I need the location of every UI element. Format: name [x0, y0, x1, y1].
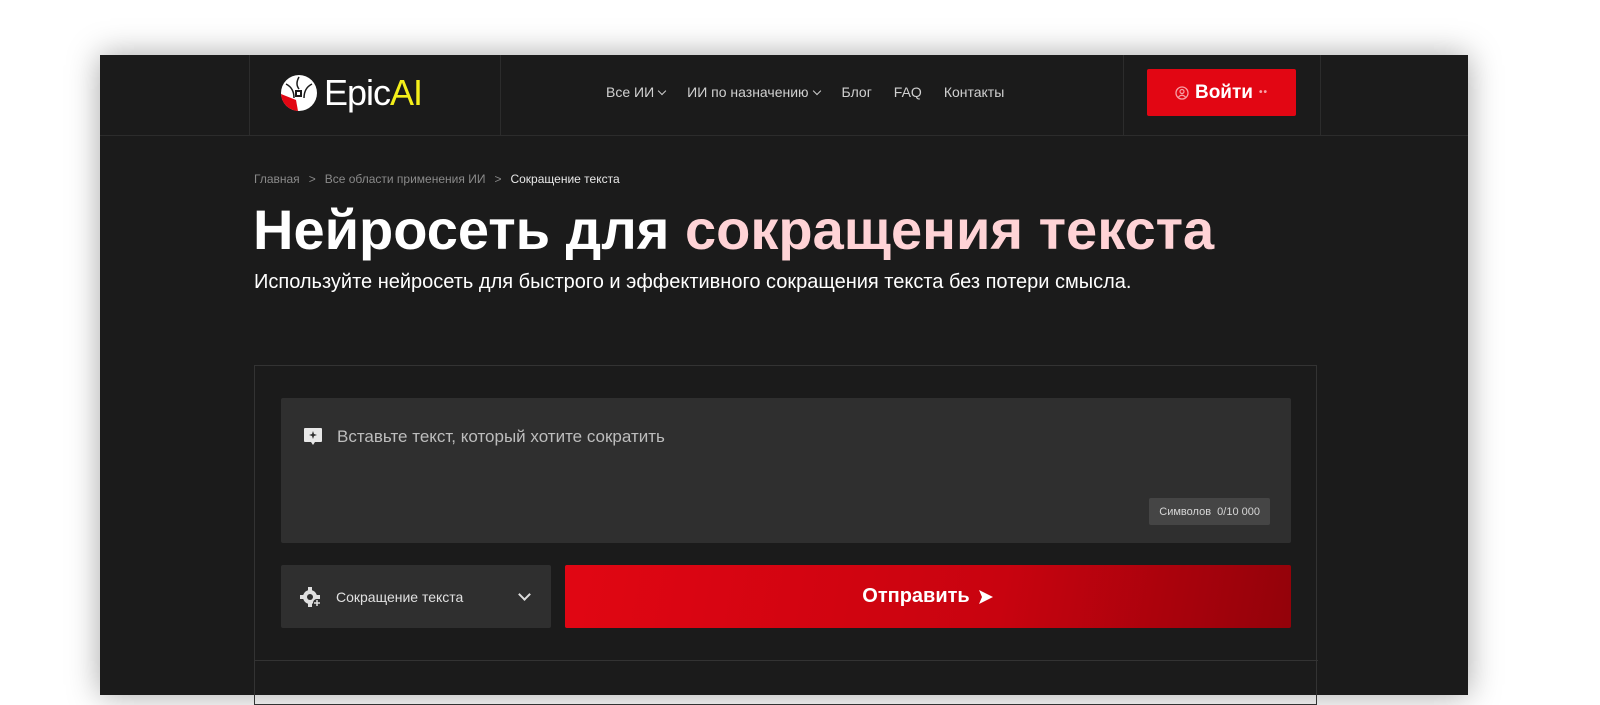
gear-icon — [300, 586, 321, 607]
mode-select-value: Сокращение текста — [336, 588, 464, 605]
shorten-form: Вставьте текст, который хотите сократить… — [254, 365, 1318, 705]
main-nav: Все ИИ ИИ по назначению Блог FAQ Контакт… — [606, 84, 1004, 100]
logo-text: Epic — [324, 72, 391, 113]
site-header: EpicAI Все ИИ ИИ по назначению Блог FAQ … — [100, 55, 1468, 136]
chevron-down-icon — [518, 588, 531, 601]
counter-label: Символов — [1159, 505, 1212, 518]
login-label: Войти — [1194, 81, 1253, 103]
page-title: Нейросеть для сокращения текста — [253, 197, 1214, 262]
title-accent: сокращения текста — [685, 198, 1215, 261]
send-arrow-icon — [978, 589, 993, 604]
counter-value: 0/10 000 — [1217, 505, 1260, 518]
breadcrumb-separator: > — [494, 172, 502, 186]
page-subtitle: Используйте нейросеть для быстрого и эфф… — [254, 271, 1132, 293]
text-input-placeholder: Вставьте текст, который хотите сократить — [337, 427, 665, 446]
divider — [1123, 55, 1124, 136]
submit-label: Отправить — [862, 585, 970, 607]
login-button[interactable]: Войти •• — [1147, 69, 1296, 116]
char-counter: Символов 0/10 000 — [1149, 498, 1270, 525]
user-icon — [1175, 85, 1189, 100]
logo-icon — [281, 75, 317, 111]
breadcrumb: Главная > Все области применения ИИ > Сокращ… — [254, 172, 620, 186]
mode-select[interactable]: Сокращение текста — [281, 565, 551, 628]
divider — [255, 660, 1318, 661]
title-white: Нейросеть для — [253, 198, 686, 261]
nav-faq[interactable]: FAQ — [894, 84, 922, 100]
submit-button[interactable]: Отправить — [565, 565, 1291, 628]
breadcrumb-separator: > — [308, 172, 316, 186]
app-window: EpicAI Все ИИ ИИ по назначению Блог FAQ … — [100, 55, 1468, 705]
nav-ai-by-purpose[interactable]: ИИ по назначению — [687, 84, 819, 100]
ai-chat-icon — [304, 428, 322, 445]
breadcrumb-home[interactable]: Главная — [254, 172, 300, 186]
breadcrumb-current: Сокращение текста — [510, 172, 620, 186]
nav-contacts[interactable]: Контакты — [944, 84, 1004, 100]
nav-blog[interactable]: Блог — [842, 84, 872, 100]
divider — [249, 55, 250, 136]
login-dots: •• — [1258, 87, 1268, 98]
nav-all-ai[interactable]: Все ИИ — [606, 84, 665, 100]
logo-link[interactable]: EpicAI — [280, 72, 423, 114]
divider — [1320, 55, 1321, 136]
logo-accent: AI — [390, 72, 423, 113]
divider — [500, 55, 501, 136]
text-input[interactable]: Вставьте текст, который хотите сократить… — [281, 398, 1291, 543]
breadcrumb-all-areas[interactable]: Все области применения ИИ — [325, 172, 486, 186]
